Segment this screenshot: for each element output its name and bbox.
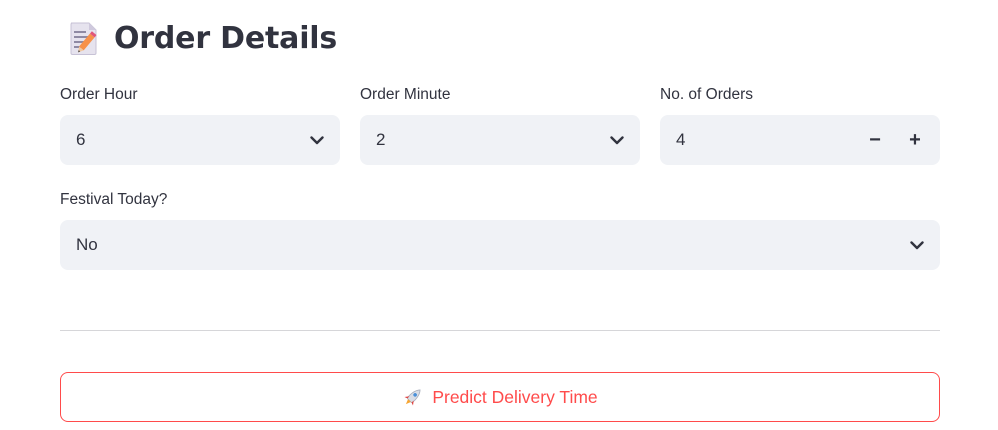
festival-value: No	[76, 235, 98, 254]
num-orders-stepper: 4 − +	[660, 115, 940, 165]
order-details-page: Order Details Order Hour 6 Order Minute …	[0, 0, 998, 430]
divider	[60, 330, 940, 331]
decrement-button[interactable]: −	[868, 130, 882, 150]
chevron-down-icon	[610, 135, 624, 144]
page-title: Order Details	[66, 20, 337, 56]
stepper-buttons: − +	[868, 130, 922, 150]
festival-label: Festival Today?	[60, 191, 168, 208]
order-hour-field: Order Hour 6	[60, 84, 340, 165]
order-minute-field: Order Minute 2	[360, 84, 640, 165]
predict-delivery-time-button[interactable]: Predict Delivery Time	[60, 372, 940, 422]
page-title-text: Order Details	[114, 20, 338, 56]
increment-button[interactable]: +	[908, 130, 922, 150]
rocket-icon	[404, 389, 421, 406]
order-minute-label: Order Minute	[360, 86, 451, 103]
order-minute-value: 2	[376, 130, 386, 149]
order-minute-select[interactable]: 2	[360, 115, 640, 165]
order-hour-select[interactable]: 6	[60, 115, 340, 165]
festival-field: Festival Today? No	[60, 189, 940, 270]
predict-button-label: Predict Delivery Time	[432, 386, 598, 407]
num-orders-label: No. of Orders	[660, 86, 754, 103]
chevron-down-icon	[310, 135, 324, 144]
order-hour-label: Order Hour	[60, 86, 138, 103]
memo-icon	[70, 22, 97, 55]
order-hour-value: 6	[76, 130, 86, 149]
chevron-down-icon	[910, 240, 924, 249]
num-orders-value[interactable]: 4	[676, 130, 685, 150]
festival-select[interactable]: No	[60, 220, 940, 270]
num-orders-field: No. of Orders 4 − +	[660, 84, 940, 165]
